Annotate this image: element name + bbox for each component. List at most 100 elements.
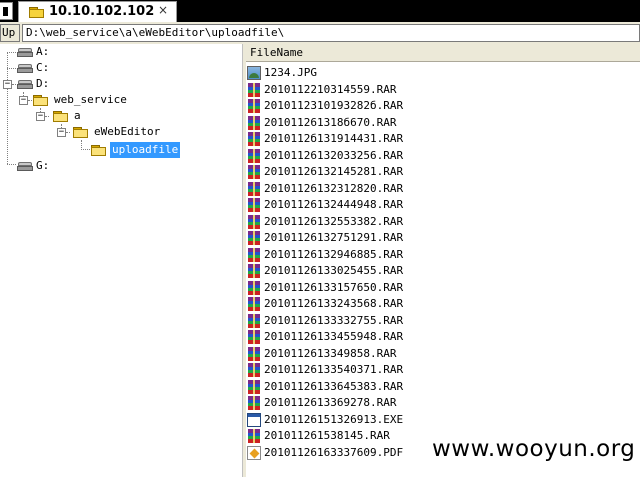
file-row[interactable]: 2010112310193282б.RAR [246, 98, 640, 114]
file-name: 201011261538145.RAR [264, 429, 390, 442]
file-row[interactable]: 20101126133243568.RAR [246, 296, 640, 312]
rar-archive-icon [247, 363, 261, 377]
file-name: 20101126133455948.RAR [264, 330, 404, 343]
collapse-icon[interactable]: − [57, 128, 66, 137]
file-name: 20101126133540371.RAR [264, 363, 404, 376]
file-row[interactable]: 2010112210314559.RAR [246, 82, 640, 98]
tree-drive-a[interactable]: A: [0, 44, 240, 60]
file-row[interactable]: 2010112613349858.RAR [246, 346, 640, 362]
file-row[interactable]: 20101126132751291.RAR [246, 230, 640, 246]
file-row[interactable]: 20101126132553382.RAR [246, 214, 640, 230]
folder-open-icon [33, 94, 49, 106]
collapse-icon[interactable]: − [3, 80, 12, 89]
file-name: 20101126163337609.PDF [264, 445, 404, 459]
file-name: 201011261318б670.RAR [264, 115, 397, 129]
rar-archive-icon [247, 280, 261, 295]
pdf-file-icon [247, 445, 261, 460]
rar-archive-icon [247, 429, 261, 443]
file-name: 20101126151326913.EXE [264, 412, 404, 426]
image-file-icon [247, 66, 261, 80]
tree-folder-label: a [74, 109, 81, 122]
file-name: 20101126132033256.RAR [264, 148, 404, 162]
close-icon[interactable]: × [158, 3, 168, 17]
tree-folder-uploadfile[interactable]: uploadfile [0, 142, 240, 158]
file-row[interactable]: 20101126133645383.RAR [246, 379, 640, 395]
column-header-label: FileName [250, 46, 303, 59]
tree-drive-label: G: [36, 159, 50, 172]
file-row[interactable]: 20101126133157650.RAR [246, 280, 640, 296]
folder-open-icon [73, 126, 89, 138]
file-row[interactable]: 1234.JPG [246, 65, 640, 81]
tree-folder-web-service[interactable]: − web_service [0, 92, 240, 108]
file-row[interactable]: 20101126132312820.RAR [246, 181, 640, 197]
file-list: FileName 1234.JPG 2010112210314559.RAR 201… [246, 44, 640, 477]
rar-archive-icon [247, 82, 261, 97]
tree-drive-label: A: [36, 45, 50, 58]
file-name: 20101126132553382.RAR [264, 214, 404, 228]
exe-file-icon [247, 412, 261, 427]
tree-drive-label: D: [36, 77, 50, 90]
path-bar: Up D:\web_service\a\eWebEditor\uploadfil… [0, 22, 640, 44]
drive-icon [17, 80, 33, 89]
file-name: 20101126133645383.RAR [264, 379, 404, 393]
file-name: 20101126133025455.RAR [264, 264, 404, 277]
tree-folder-label: web_service [54, 93, 127, 106]
collapse-icon[interactable]: − [36, 112, 45, 121]
tab-bar: 10.10.102.102 × [0, 0, 640, 22]
file-row[interactable]: 20101126133332755.RAR [246, 313, 640, 329]
file-name: 20101126132145281.RAR [264, 165, 404, 178]
file-row[interactable]: 201011261318б670.RAR [246, 115, 640, 131]
tree-drive-c[interactable]: C: [0, 60, 240, 76]
tab-connection[interactable]: 10.10.102.102 × [18, 1, 177, 22]
rar-archive-icon [247, 247, 261, 262]
tree-drive-d[interactable]: − D: [0, 76, 240, 92]
rar-archive-icon [247, 181, 261, 196]
rar-archive-icon [247, 313, 261, 328]
rar-archive-icon [247, 198, 261, 212]
folder-open-icon [53, 110, 69, 122]
file-name: 20101126133332755.RAR [264, 313, 404, 327]
file-name: 2010112210314559.RAR [264, 82, 397, 96]
rar-archive-icon [247, 148, 261, 163]
file-row[interactable]: 2010112б131914431.RAR [246, 131, 640, 147]
file-row[interactable]: 20101126132145281.RAR [246, 164, 640, 180]
drive-icon [17, 64, 33, 73]
file-name: 2010112613369278.RAR [264, 396, 397, 409]
file-row[interactable]: 20101126132444948.RAR [246, 197, 640, 213]
folder-open-icon [91, 144, 107, 156]
up-button[interactable]: Up [0, 24, 20, 42]
file-row[interactable]: 20101126132033256.RAR [246, 148, 640, 164]
file-name: 1234.JPG [264, 66, 317, 79]
tree-drive-label: C: [36, 61, 50, 74]
rar-archive-icon [247, 346, 261, 361]
column-header-filename[interactable]: FileName [246, 44, 640, 62]
file-row[interactable]: 20101126151326913.EXE [246, 412, 640, 428]
file-row[interactable]: 2010112613369278.RAR [246, 395, 640, 411]
tree-folder-a[interactable]: − a [0, 108, 240, 124]
file-row[interactable]: 20101126133025455.RAR [246, 263, 640, 279]
previous-tab-stub[interactable] [0, 2, 13, 20]
file-row[interactable]: 20101126133455948.RAR [246, 329, 640, 345]
drive-icon [17, 48, 33, 57]
rar-archive-icon [247, 99, 261, 113]
file-name: 20101126133157650.RAR [264, 280, 404, 294]
file-name: 20101126132946885.RAR [264, 247, 404, 261]
file-row[interactable]: 20101126132946885.RAR [246, 247, 640, 263]
collapse-icon[interactable]: − [19, 96, 28, 105]
folder-icon [29, 6, 45, 18]
tree-folder-label: eWebEditor [94, 125, 161, 138]
rar-archive-icon [247, 264, 261, 278]
watermark: www.wooyun.org [432, 436, 636, 462]
file-name: 20101126133243568.RAR [264, 297, 404, 310]
file-name: 2010112310193282б.RAR [264, 99, 404, 112]
file-name: 20101126132751291.RAR [264, 231, 404, 244]
path-input[interactable]: D:\web_service\a\eWebEditor\uploadfile\ [22, 24, 640, 42]
tree-folder-label-selected: uploadfile [110, 142, 181, 158]
tree-folder-ewebeditor[interactable]: − eWebEditor [0, 124, 240, 140]
file-name: 20101126132444948.RAR [264, 198, 404, 211]
rar-archive-icon [247, 165, 261, 179]
file-name: 2010112б131914431.RAR [264, 132, 404, 145]
rar-archive-icon [247, 330, 261, 344]
tree-drive-g[interactable]: G: [0, 158, 240, 174]
file-row[interactable]: 20101126133540371.RAR [246, 362, 640, 378]
